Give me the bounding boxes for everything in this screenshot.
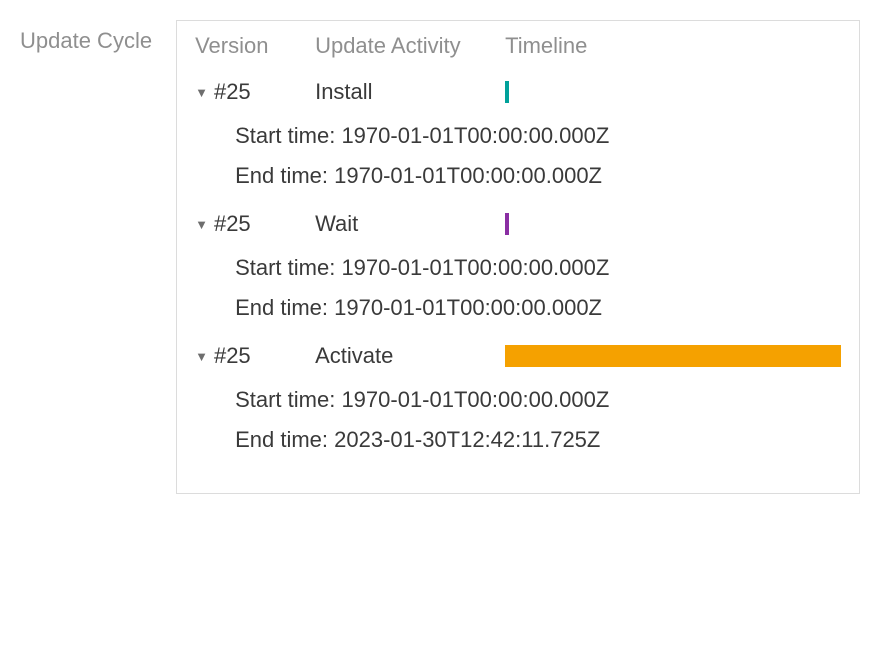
table-headers: Version Update Activity Timeline [195, 33, 841, 59]
caret-down-icon[interactable]: ▼ [195, 217, 208, 232]
start-time-line: Start time: 1970-01-01T00:00:00.000Z [235, 387, 841, 413]
update-cycle-panel: Version Update Activity Timeline ▼ #25 Ins… [176, 20, 860, 494]
end-time-line: End time: 1970-01-01T00:00:00.000Z [235, 163, 841, 189]
table-row[interactable]: ▼ #25 Wait [195, 211, 841, 237]
version-text: #25 [214, 79, 251, 105]
activity-cell: Install [315, 79, 505, 105]
start-time-value: 1970-01-01T00:00:00.000Z [341, 123, 609, 148]
header-timeline: Timeline [505, 33, 841, 59]
section-label: Update Cycle [20, 20, 152, 54]
timeline-cell [505, 213, 841, 235]
table-row[interactable]: ▼ #25 Activate [195, 343, 841, 369]
start-time-label: Start time: [235, 387, 341, 412]
timeline-bar [505, 81, 509, 103]
timeline-bar [505, 213, 509, 235]
end-time-label: End time: [235, 163, 334, 188]
start-time-label: Start time: [235, 123, 341, 148]
end-time-value: 1970-01-01T00:00:00.000Z [334, 295, 602, 320]
end-time-line: End time: 2023-01-30T12:42:11.725Z [235, 427, 841, 453]
end-time-label: End time: [235, 427, 334, 452]
timeline-bar [505, 345, 841, 367]
start-time-label: Start time: [235, 255, 341, 280]
version-cell: ▼ #25 [195, 343, 315, 369]
end-time-value: 1970-01-01T00:00:00.000Z [334, 163, 602, 188]
end-time-label: End time: [235, 295, 334, 320]
start-time-value: 1970-01-01T00:00:00.000Z [341, 255, 609, 280]
end-time-line: End time: 1970-01-01T00:00:00.000Z [235, 295, 841, 321]
version-text: #25 [214, 211, 251, 237]
start-time-line: Start time: 1970-01-01T00:00:00.000Z [235, 255, 841, 281]
version-text: #25 [214, 343, 251, 369]
table-row[interactable]: ▼ #25 Install [195, 79, 841, 105]
row-details: Start time: 1970-01-01T00:00:00.000Z End … [195, 387, 841, 453]
end-time-value: 2023-01-30T12:42:11.725Z [334, 427, 600, 452]
header-version: Version [195, 33, 315, 59]
activity-cell: Wait [315, 211, 505, 237]
timeline-cell [505, 345, 841, 367]
timeline-cell [505, 81, 841, 103]
start-time-value: 1970-01-01T00:00:00.000Z [341, 387, 609, 412]
version-cell: ▼ #25 [195, 79, 315, 105]
version-cell: ▼ #25 [195, 211, 315, 237]
row-details: Start time: 1970-01-01T00:00:00.000ZEnd … [195, 255, 841, 321]
caret-down-icon[interactable]: ▼ [195, 349, 208, 364]
start-time-line: Start time: 1970-01-01T00:00:00.000Z [235, 123, 841, 149]
row-details: Start time: 1970-01-01T00:00:00.000ZEnd … [195, 123, 841, 189]
header-activity: Update Activity [315, 33, 505, 59]
caret-down-icon[interactable]: ▼ [195, 85, 208, 100]
activity-cell: Activate [315, 343, 505, 369]
